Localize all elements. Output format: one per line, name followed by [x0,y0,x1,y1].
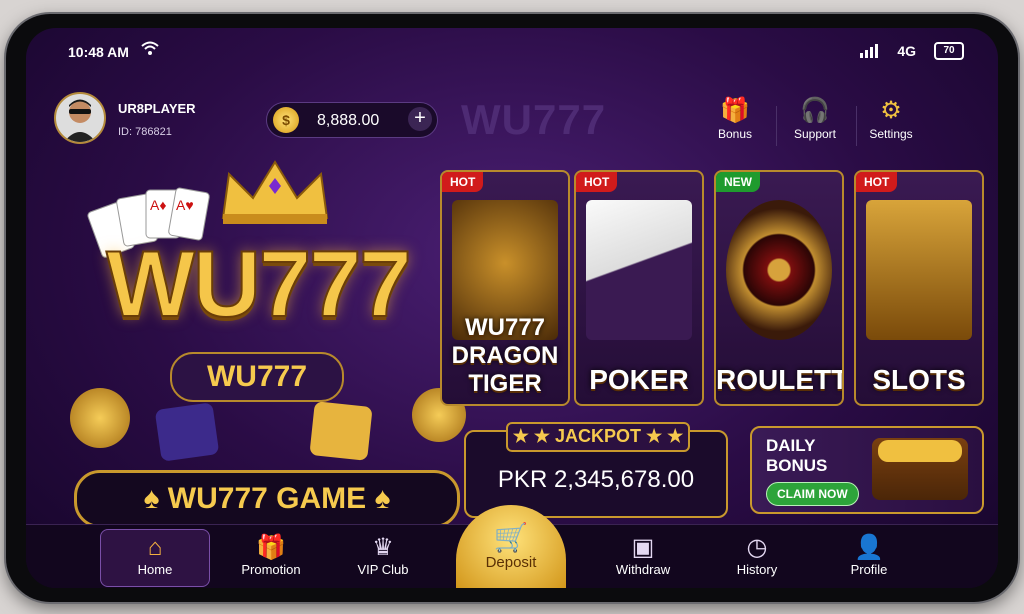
svg-text:A♦: A♦ [150,197,166,213]
cards-chip-icon [586,200,692,340]
support-button[interactable]: 🎧 Support [780,96,850,141]
gift-icon: 🎁 [256,534,286,561]
home-icon: ⌂ [147,534,163,561]
jackpot-title: ★ ★ JACKPOT ★ ★ [506,422,690,452]
hero-banner: A♦ A♥ WU777 WU777 ♠ WU777 GAME ♠ [50,156,466,528]
game-tile-poker[interactable]: HOT POKER [574,170,704,406]
nav-home[interactable]: ⌂ Home [100,529,210,587]
app-screen: 10:48 AM 4G 70 UR8PLAYER ID: 786821 $ 8,… [26,28,998,588]
game-tile-label: POKER [589,364,689,395]
game-tile-roulette[interactable]: NEW ROULETTE [714,170,844,406]
nav-label: Withdraw [615,562,671,577]
coins-icon [70,388,130,448]
crown-icon [215,156,335,226]
brand-watermark: WU777 [461,96,607,143]
claim-now-button[interactable]: CLAIM NOW [766,482,859,506]
nav-label: Profile [850,562,888,577]
cart-icon: 🛒 [493,522,529,553]
bonus-label: Bonus [717,127,753,141]
game-banner[interactable]: ♠ WU777 GAME ♠ [74,470,460,528]
balance-value: 8,888.00 [317,112,380,129]
nav-history[interactable]: ◷ History [702,525,812,588]
headset-icon: 🎧 [800,97,830,124]
top-bar: UR8PLAYER ID: 786821 $ 8,888.00 + WU777 … [26,86,998,156]
dice-icon [309,401,373,461]
wifi-icon [140,40,160,59]
hot-badge: HOT [576,172,618,192]
dice-icon [154,402,220,462]
hot-badge: HOT [856,172,898,192]
status-bar: 10:48 AM 4G 70 [26,28,998,72]
clock-icon: ◷ [746,534,768,561]
nav-label: Deposit [485,554,537,571]
gift-icon: 🎁 [720,97,750,124]
status-time: 10:48 AM [68,44,129,60]
crown-icon: ♛ [372,534,394,561]
phone-frame: 10:48 AM 4G 70 UR8PLAYER ID: 786821 $ 8,… [6,14,1018,602]
coin-icon: $ [273,107,299,133]
svg-text:A♥: A♥ [176,197,194,213]
bottom-nav: ⌂ Home 🎁 Promotion ♛ VIP Club 🛒 Deposit … [26,505,998,588]
network-type: 4G [897,43,916,59]
roulette-wheel-icon [726,200,832,340]
game-tile-label: WU777 DRAGON TIGER [451,314,559,397]
avatar[interactable] [54,92,106,144]
nav-label: VIP Club [357,562,409,577]
game-tile-slots[interactable]: HOT SLOTS [854,170,984,406]
game-tile-dragon-tiger[interactable]: HOT WU777 DRAGON TIGER [440,170,570,406]
hot-badge: HOT [442,172,484,192]
daily-bonus-title: DAILY BONUS [766,436,828,475]
nav-label: Home [137,562,173,577]
nav-label: Promotion [241,562,301,577]
hero-title: WU777 [105,230,412,337]
divider [776,106,777,146]
daily-bonus-panel[interactable]: DAILY BONUS CLAIM NOW [750,426,984,514]
nav-withdraw[interactable]: ▣ Withdraw [588,525,698,588]
nav-label: History [736,562,778,577]
new-badge: NEW [716,172,760,192]
hero-subtitle: WU777 [170,352,344,402]
nav-profile[interactable]: 👤 Profile [814,525,924,588]
game-tile-label: SLOTS [872,364,966,395]
nav-vip-club[interactable]: ♛ VIP Club [328,525,438,588]
jackpot-value: PKR 2,345,678.00 [497,466,695,493]
signal-icon [860,44,880,61]
support-label: Support [793,127,837,141]
balance-box: $ 8,888.00 + [266,102,438,138]
username: UR8PLAYER [118,101,196,116]
user-icon: 👤 [854,534,884,561]
treasure-chest-icon [872,438,968,500]
gear-icon: ⚙ [880,97,902,124]
game-tile-label: ROULETTE [716,364,842,395]
slot-machine-icon [866,200,972,340]
nav-promotion[interactable]: 🎁 Promotion [216,525,326,588]
atm-icon: ▣ [631,534,655,561]
battery-icon: 70 [934,42,964,60]
bonus-button[interactable]: 🎁 Bonus [700,96,770,141]
add-balance-button[interactable]: + [408,107,432,131]
settings-button[interactable]: ⚙ Settings [856,96,926,141]
settings-label: Settings [869,127,913,141]
user-id: ID: 786821 [118,126,172,138]
